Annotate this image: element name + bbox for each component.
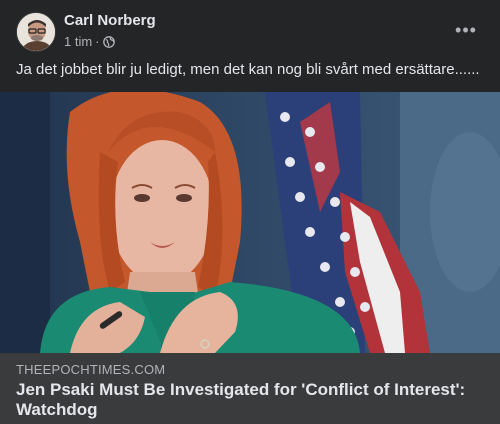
facebook-post: Carl Norberg 1 tim · ••• Ja det jobbet b… xyxy=(0,0,500,424)
avatar-image xyxy=(17,13,55,51)
link-domain: THEEPOCHTIMES.COM xyxy=(16,362,166,377)
meta-separator: · xyxy=(95,34,100,49)
press-briefing-photo xyxy=(0,92,500,353)
post-message: Ja det jobbet blir ju ledigt, men det ka… xyxy=(16,61,480,78)
link-title[interactable]: Jen Psaki Must Be Investigated for 'Conf… xyxy=(16,380,486,420)
post-meta: 1 tim · xyxy=(64,34,115,49)
link-preview[interactable]: THEEPOCHTIMES.COM Jen Psaki Must Be Inve… xyxy=(0,353,500,424)
avatar[interactable] xyxy=(16,12,56,52)
link-preview-image[interactable] xyxy=(0,92,500,353)
globe-icon[interactable] xyxy=(102,35,115,48)
more-options-icon[interactable]: ••• xyxy=(450,14,482,46)
author-name[interactable]: Carl Norberg xyxy=(64,12,156,29)
post-header: Carl Norberg 1 tim · ••• xyxy=(0,0,500,60)
timestamp[interactable]: 1 tim xyxy=(64,34,92,49)
